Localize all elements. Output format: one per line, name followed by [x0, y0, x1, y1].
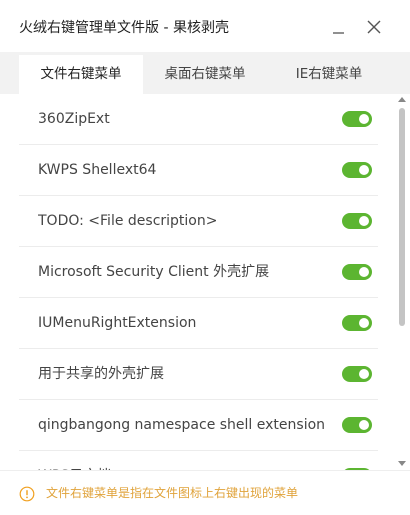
enable-toggle[interactable]: [342, 315, 372, 331]
enable-toggle[interactable]: [342, 417, 372, 433]
list-item-label: WPS云文档: [38, 451, 111, 470]
enable-toggle[interactable]: [342, 162, 372, 178]
toggle-knob: [359, 165, 369, 175]
list-item: 360ZipExt: [19, 94, 378, 145]
tab-desktop-context-menu[interactable]: 桌面右键菜单: [143, 55, 267, 94]
toggle-knob: [359, 420, 369, 430]
list-item: 用于共享的外壳扩展: [19, 349, 378, 400]
list-item-label: Microsoft Security Client 外壳扩展: [38, 264, 270, 280]
list-item-label: 360ZipExt: [38, 111, 110, 127]
window-title: 火绒右键管理单文件版 - 果核剥壳: [19, 20, 229, 36]
tab-ie-context-menu[interactable]: IE右键菜单: [267, 55, 391, 94]
enable-toggle[interactable]: [342, 264, 372, 280]
hint-bar: 文件右键菜单是指在文件图标上右键出现的菜单: [0, 470, 410, 515]
tab-file-context-menu[interactable]: 文件右键菜单: [19, 55, 143, 94]
enable-toggle[interactable]: [342, 111, 372, 127]
tab-bar: 文件右键菜单 桌面右键菜单 IE右键菜单: [0, 52, 410, 94]
toggle-knob: [359, 114, 369, 124]
enable-toggle[interactable]: [342, 213, 372, 229]
vertical-scrollbar[interactable]: [396, 94, 408, 470]
close-button[interactable]: [362, 14, 386, 38]
list-item: IUMenuRightExtension: [19, 298, 378, 349]
list-item: TODO: <File description>: [19, 196, 378, 247]
list-item: WPS云文档: [19, 451, 378, 470]
toggle-knob: [359, 369, 369, 379]
hint-text: 文件右键菜单是指在文件图标上右键出现的菜单: [46, 486, 299, 500]
list-item-label: KWPS Shellext64: [38, 162, 157, 178]
list-item-label: TODO: <File description>: [38, 213, 218, 229]
scroll-down-arrow-icon[interactable]: [398, 461, 406, 466]
close-icon: [367, 20, 381, 34]
toggle-knob: [359, 318, 369, 328]
info-icon: [19, 486, 35, 502]
enable-toggle[interactable]: [342, 366, 372, 382]
list-item: qingbangong namespace shell extension: [19, 400, 378, 451]
list-item-label: 用于共享的外壳扩展: [38, 366, 164, 382]
info-icon-dot: [26, 496, 28, 499]
list-item-label: IUMenuRightExtension: [38, 315, 197, 331]
toggle-knob: [359, 216, 369, 226]
minimize-button[interactable]: [327, 14, 351, 38]
title-bar: 火绒右键管理单文件版 - 果核剥壳: [0, 0, 410, 52]
toggle-knob: [359, 267, 369, 277]
scroll-thumb[interactable]: [399, 108, 405, 326]
menu-item-list[interactable]: 360ZipExt KWPS Shellext64 TODO: <File de…: [0, 94, 410, 470]
list-item-label: qingbangong namespace shell extension: [38, 417, 326, 433]
list-item: Microsoft Security Client 外壳扩展: [19, 247, 378, 298]
minimize-icon: [333, 32, 344, 34]
list-item: KWPS Shellext64: [19, 145, 378, 196]
scroll-up-arrow-icon[interactable]: [398, 97, 406, 102]
